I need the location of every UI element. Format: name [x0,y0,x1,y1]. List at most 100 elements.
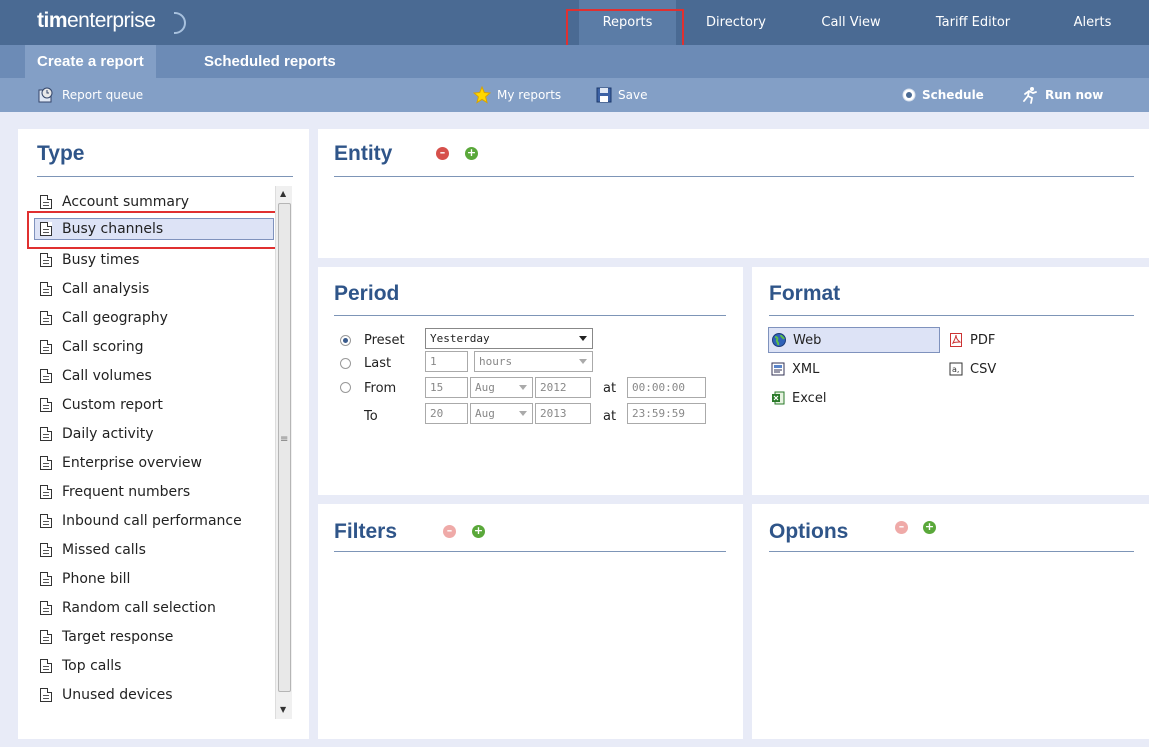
report-queue-button[interactable]: Report queue [38,78,143,112]
filters-remove-icon[interactable]: – [443,525,456,538]
type-item-target-response[interactable]: Target response [40,626,173,648]
app-logo[interactable]: timenterprise [37,9,156,33]
chevron-down-icon [519,385,527,390]
type-item-call-geography[interactable]: Call geography [40,307,168,329]
type-item-label: Call scoring [62,339,144,355]
nav-tariff-editor-label: Tariff Editor [935,15,1011,30]
type-item-custom-report[interactable]: Custom report [40,394,163,416]
type-item-enterprise-overview[interactable]: Enterprise overview [40,452,202,474]
from-day-input[interactable]: 15 [425,377,468,398]
document-icon [40,514,52,528]
from-month-value: Aug [475,381,495,394]
nav-tariff-editor[interactable]: Tariff Editor [918,0,1028,45]
type-list-scrollbar[interactable]: ▲ ≡ ▼ [275,186,292,719]
tab-scheduled-reports[interactable]: Scheduled reports [192,45,348,78]
save-button[interactable]: Save [596,78,647,112]
document-icon [40,311,52,325]
schedule-icon [902,88,916,102]
xml-icon [771,362,785,376]
last-unit-select[interactable]: hours [474,351,593,372]
tab-create-report[interactable]: Create a report [25,45,156,78]
format-excel-option[interactable]: Excel [768,385,826,411]
to-day-input[interactable]: 20 [425,403,468,424]
period-panel-title: Period [334,282,400,305]
star-icon [473,86,491,104]
scroll-up-arrow-icon[interactable]: ▲ [280,189,286,198]
type-item-frequent-numbers[interactable]: Frequent numbers [40,481,190,503]
schedule-button[interactable]: Schedule [902,78,984,112]
my-reports-button[interactable]: My reports [473,78,561,112]
last-radio[interactable] [340,358,351,369]
to-month-select[interactable]: Aug [470,403,533,424]
preset-label: Preset [364,333,405,348]
nav-alerts-label: Alerts [1073,15,1112,30]
format-pdf-option[interactable]: PDF [946,327,995,353]
type-item-unused-devices[interactable]: Unused devices [40,684,173,706]
nav-directory[interactable]: Directory [690,0,782,45]
type-item-label: Random call selection [62,600,216,616]
my-reports-label: My reports [497,88,562,102]
options-remove-icon[interactable]: – [895,521,908,534]
type-item-label: Account summary [62,194,190,210]
type-item-daily-activity[interactable]: Daily activity [40,423,153,445]
entity-title-rule [334,176,1134,177]
entity-remove-icon[interactable]: – [436,147,449,160]
type-item-label: Unused devices [62,687,173,703]
type-item-busy-times[interactable]: Busy times [40,249,139,271]
preset-select[interactable]: Yesterday [425,328,593,349]
type-item-missed-calls[interactable]: Missed calls [40,539,146,561]
preset-select-value: Yesterday [430,332,490,345]
last-unit-value: hours [479,355,513,368]
format-title-rule [769,315,1134,316]
from-year-input[interactable]: 2012 [535,377,591,398]
document-icon [40,369,52,383]
options-add-icon[interactable]: + [923,521,936,534]
running-man-icon [1023,87,1037,104]
format-excel-label: Excel [792,390,827,406]
format-panel-title: Format [769,282,841,305]
scroll-down-arrow-icon[interactable]: ▼ [280,705,286,714]
type-item-phone-bill[interactable]: Phone bill [40,568,130,590]
document-icon [40,659,52,673]
document-icon [40,688,52,702]
to-year-input[interactable]: 2013 [535,403,591,424]
from-day-value: 15 [430,381,444,394]
document-icon [40,195,52,209]
type-item-inbound-call-performance[interactable]: Inbound call performance [40,510,242,532]
type-item-label: Top calls [62,658,122,674]
nav-alerts[interactable]: Alerts [1055,0,1130,45]
from-time-input[interactable]: 00:00:00 [627,377,706,398]
format-pdf-label: PDF [970,332,996,348]
type-item-call-volumes[interactable]: Call volumes [40,365,152,387]
scrollbar-thumb[interactable] [278,203,291,692]
type-item-random-call-selection[interactable]: Random call selection [40,597,216,619]
type-item-account-summary[interactable]: Account summary [40,191,189,213]
type-item-call-scoring[interactable]: Call scoring [40,336,144,358]
chevron-down-icon [579,359,587,364]
format-csv-option[interactable]: a, CSV [946,356,996,382]
type-item-label: Call geography [62,310,168,326]
nav-call-view[interactable]: Call View [805,0,897,45]
format-xml-option[interactable]: XML [768,356,819,382]
run-now-button[interactable]: Run now [1021,78,1103,112]
nav-directory-label: Directory [706,15,766,30]
from-at-label: at [603,381,617,396]
preset-radio[interactable] [340,335,351,346]
format-web-option[interactable]: Web [768,327,940,353]
type-item-label: Inbound call performance [62,513,242,529]
from-radio[interactable] [340,382,351,393]
to-time-input[interactable]: 23:59:59 [627,403,706,424]
chevron-down-icon [519,411,527,416]
type-item-call-analysis[interactable]: Call analysis [40,278,149,300]
document-icon [40,427,52,441]
from-time-value: 00:00:00 [632,381,685,394]
from-year-value: 2012 [540,381,567,394]
last-count-input[interactable]: 1 [425,351,468,372]
save-icon [596,87,612,103]
chevron-down-icon [579,336,587,341]
entity-add-icon[interactable]: + [465,147,478,160]
type-item-top-calls[interactable]: Top calls [40,655,121,677]
filters-add-icon[interactable]: + [472,525,485,538]
logo-text-light: enterprise [67,9,156,32]
from-month-select[interactable]: Aug [470,377,533,398]
